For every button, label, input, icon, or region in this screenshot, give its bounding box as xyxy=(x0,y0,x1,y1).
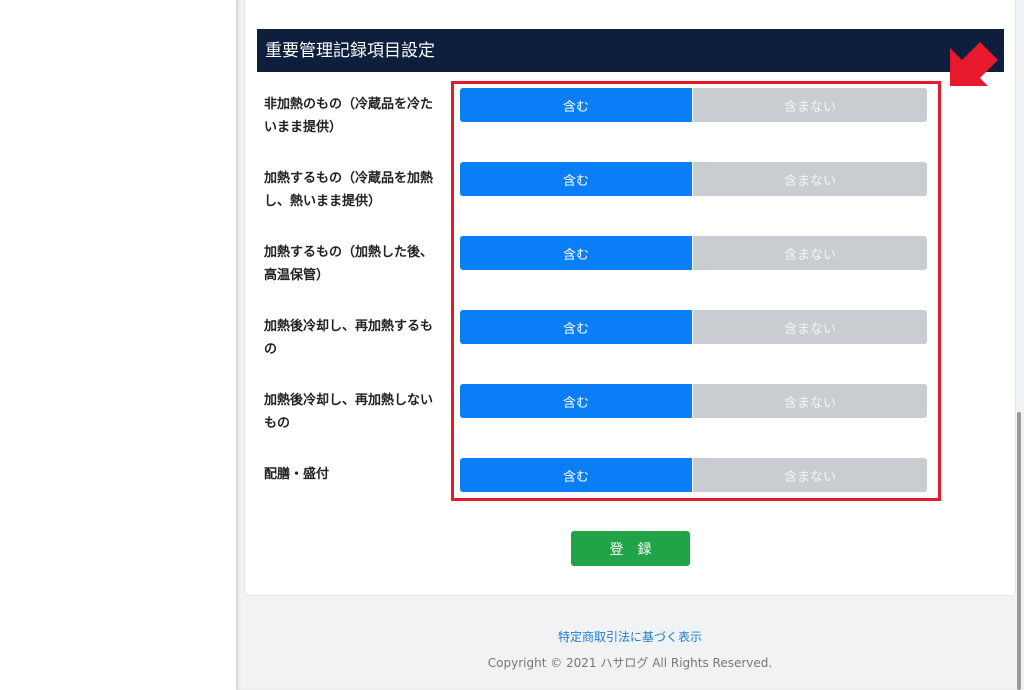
scrollbar-thumb[interactable] xyxy=(1017,412,1021,690)
arrow-icon xyxy=(950,42,998,86)
highlight-box xyxy=(451,81,941,501)
section-header: 重要管理記録項目設定 xyxy=(257,29,1004,72)
exclude-option[interactable]: 含まない xyxy=(692,88,927,122)
exclude-option[interactable]: 含まない xyxy=(692,310,927,344)
toggle-row[interactable]: 含む 含まない xyxy=(460,310,927,344)
row-label: 加熱するもの（冷蔵品を加熱し、熱いまま提供） xyxy=(264,171,434,209)
exclude-option[interactable]: 含まない xyxy=(692,236,927,270)
section-title: 重要管理記録項目設定 xyxy=(265,41,435,61)
toggle-row[interactable]: 含む 含まない xyxy=(460,458,927,492)
submit-button[interactable]: 登録 xyxy=(571,531,690,566)
toggle-row[interactable]: 含む 含まない xyxy=(460,162,927,196)
row-label: 加熱後冷却し、再加熱しないもの xyxy=(264,393,434,431)
row-label: 配膳・盛付 xyxy=(264,467,330,482)
exclude-option[interactable]: 含まない xyxy=(692,162,927,196)
exclude-option[interactable]: 含まない xyxy=(692,458,927,492)
row-label: 加熱するもの（加熱した後、高温保管） xyxy=(264,245,434,283)
include-option[interactable]: 含む xyxy=(460,162,692,196)
include-option[interactable]: 含む xyxy=(460,458,692,492)
include-option[interactable]: 含む xyxy=(460,384,692,418)
left-blank-panel xyxy=(0,0,236,690)
row-label: 非加熱のもの（冷蔵品を冷たいまま提供） xyxy=(264,97,434,135)
footer-copyright: Copyright © 2021 ハサログ All Rights Reserve… xyxy=(487,656,773,670)
include-option[interactable]: 含む xyxy=(460,236,692,270)
exclude-option[interactable]: 含まない xyxy=(692,384,927,418)
toggle-row[interactable]: 含む 含まない xyxy=(460,88,927,122)
include-option[interactable]: 含む xyxy=(460,310,692,344)
toggle-row[interactable]: 含む 含まない xyxy=(460,384,927,418)
footer-legal-link[interactable]: 特定商取引法に基づく表示 xyxy=(244,629,1016,645)
include-option[interactable]: 含む xyxy=(460,88,692,122)
toggle-row[interactable]: 含む 含まない xyxy=(460,236,927,270)
row-label: 加熱後冷却し、再加熱するもの xyxy=(264,319,434,357)
